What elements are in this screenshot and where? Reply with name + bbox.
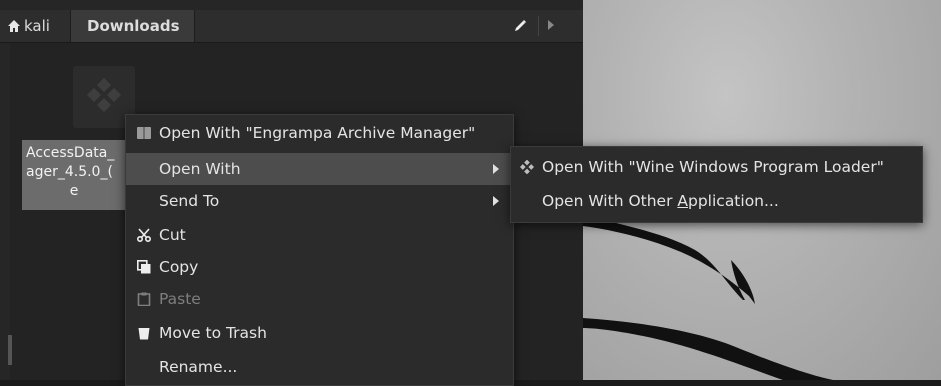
- copy-icon: [137, 260, 151, 274]
- submenu-item-label: Open With "Wine Windows Program Loader": [542, 158, 884, 176]
- menu-item-label: Paste: [159, 290, 201, 308]
- scissors-icon: [137, 228, 151, 242]
- wine-icon: [520, 160, 534, 174]
- mnemonic-letter: A: [677, 192, 688, 210]
- menu-item-label: Open With: [159, 160, 241, 178]
- menu-item-label: Cut: [159, 226, 186, 244]
- menu-item-label: Open With "Engrampa Archive Manager": [159, 124, 476, 142]
- menu-item-label: Copy: [159, 258, 199, 276]
- path-home-label: kali: [24, 17, 50, 35]
- submenu-item-open-with-wine[interactable]: Open With "Wine Windows Program Loader": [511, 151, 920, 183]
- scrollbar[interactable]: [8, 335, 12, 365]
- path-bar: kali Downloads: [0, 10, 583, 43]
- home-icon: [8, 20, 20, 32]
- menu-item-send-to[interactable]: Send To: [126, 185, 511, 217]
- file-item-label[interactable]: AccessData_ ager_4.5.0_( e: [22, 140, 130, 210]
- open-with-submenu: Open With "Wine Windows Program Loader" …: [510, 146, 923, 223]
- label-part: pplication...: [688, 192, 779, 210]
- label-part: Open With Other: [542, 192, 678, 210]
- menu-item-rename[interactable]: Rename...: [126, 351, 511, 383]
- menu-item-cut[interactable]: Cut: [126, 219, 511, 251]
- file-name-line: ager_4.5.0_(: [26, 164, 113, 180]
- menu-item-copy[interactable]: Copy: [126, 251, 511, 283]
- path-bar-separator: [538, 16, 539, 36]
- menu-item-move-to-trash[interactable]: Move to Trash: [126, 317, 511, 349]
- submenu-arrow-icon: [493, 196, 499, 206]
- file-name-line: AccessData_: [26, 145, 115, 161]
- menu-item-label: Move to Trash: [159, 324, 267, 342]
- paste-icon: [137, 292, 151, 306]
- menu-item-open-with[interactable]: Open With: [126, 153, 511, 185]
- path-downloads-button[interactable]: Downloads: [70, 10, 195, 42]
- path-downloads-label: Downloads: [87, 17, 180, 35]
- edit-location-icon[interactable]: [512, 18, 528, 34]
- menu-item-label: Send To: [159, 192, 220, 210]
- context-menu: Open With "Engrampa Archive Manager" Ope…: [125, 114, 514, 386]
- submenu-item-open-with-other[interactable]: Open With Other Application...: [511, 185, 920, 217]
- menu-item-open-with-engrampa[interactable]: Open With "Engrampa Archive Manager": [126, 117, 511, 149]
- submenu-item-label: Open With Other Application...: [542, 185, 779, 217]
- file-name-line: e: [69, 183, 79, 199]
- submenu-arrow-icon: [493, 164, 499, 174]
- archive-icon: [137, 127, 151, 139]
- path-forward-icon[interactable]: [548, 20, 554, 30]
- menu-item-label: Rename...: [159, 358, 238, 376]
- menu-item-paste[interactable]: Paste: [126, 283, 511, 315]
- path-home-button[interactable]: kali: [0, 10, 68, 42]
- trash-icon: [138, 328, 150, 340]
